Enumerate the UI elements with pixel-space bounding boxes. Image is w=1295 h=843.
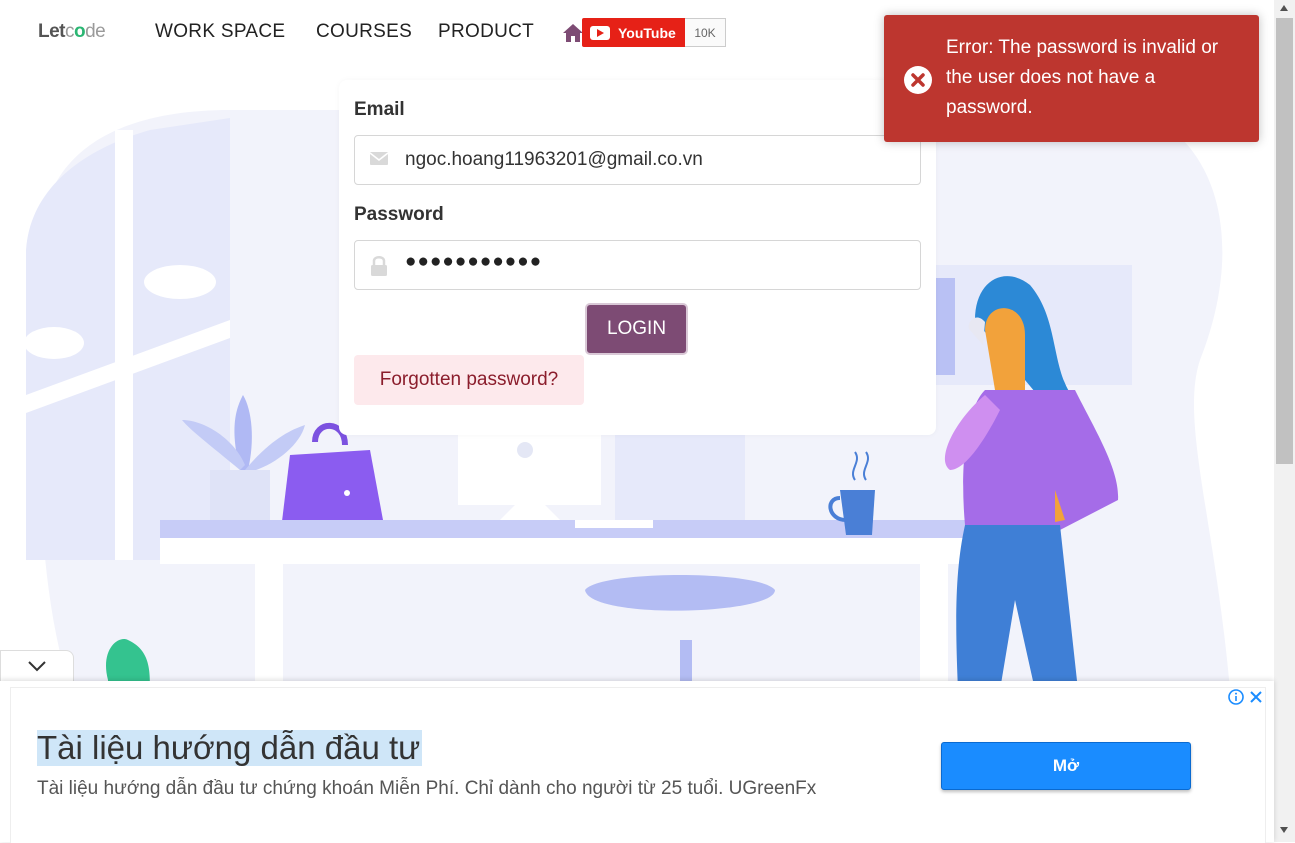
error-x-icon (904, 66, 932, 94)
ad-close-icon[interactable] (1248, 689, 1264, 705)
ad-description[interactable]: Tài liệu hướng dẫn đầu tư chứng khoán Mi… (37, 778, 816, 800)
ad-open-button[interactable]: Mở (941, 742, 1191, 790)
youtube-subscribe-button[interactable]: YouTube (582, 18, 685, 47)
email-label: Email (354, 99, 405, 120)
chevron-down-icon (28, 661, 46, 672)
ad-info-icon[interactable] (1228, 689, 1244, 705)
error-toast[interactable]: Error: The password is invalid or the us… (884, 15, 1259, 142)
letcode-logo[interactable]: Letcode (38, 21, 106, 43)
login-button[interactable]: LOGIN (585, 303, 688, 355)
ad-title[interactable]: Tài liệu hướng dẫn đầu tư (37, 730, 423, 766)
ad-content: Tài liệu hướng dẫn đầu tư Tài liệu hướng… (10, 687, 1266, 843)
login-card: Email ngoc.hoang11963201@gmail.co.vn Pas… (339, 80, 936, 435)
scroll-down-arrow-icon[interactable] (1280, 827, 1288, 833)
youtube-play-icon (590, 25, 610, 40)
nav-work-space[interactable]: WORK SPACE (155, 21, 285, 43)
youtube-subscriber-count: 10K (685, 18, 726, 47)
error-message: Error: The password is invalid or the us… (946, 37, 1219, 118)
home-icon[interactable] (562, 23, 584, 43)
password-label: Password (354, 204, 444, 225)
email-field[interactable]: ngoc.hoang11963201@gmail.co.vn (354, 135, 921, 185)
scrollbar-thumb[interactable] (1276, 18, 1293, 464)
password-value: ●●●●●●●●●●● (405, 251, 543, 272)
nav-product[interactable]: PRODUCT (438, 21, 534, 43)
lock-icon (371, 256, 387, 276)
forgot-password-link[interactable]: Forgotten password? (354, 355, 584, 405)
ad-banner[interactable]: Tài liệu hướng dẫn đầu tư Tài liệu hướng… (0, 681, 1274, 843)
scroll-up-arrow-icon[interactable] (1280, 5, 1288, 11)
password-field[interactable]: ●●●●●●●●●●● (354, 240, 921, 290)
email-value: ngoc.hoang11963201@gmail.co.vn (405, 149, 703, 170)
page-scrollbar[interactable] (1274, 0, 1295, 842)
ad-collapse-toggle[interactable] (0, 650, 74, 683)
envelope-icon (369, 152, 389, 165)
nav-courses[interactable]: COURSES (316, 21, 412, 43)
